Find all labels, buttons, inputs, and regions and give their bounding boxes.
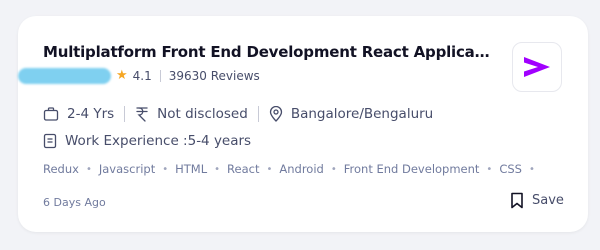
work-experience-text: Work Experience :5-4 years — [65, 133, 252, 149]
tag-separator: • — [266, 163, 273, 175]
salary-item: Not disclosed — [135, 106, 248, 122]
salary-value: Not disclosed — [157, 106, 248, 122]
job-title[interactable]: Multiplatform Front End Development Reac… — [43, 43, 493, 61]
tag-html: HTML — [175, 162, 208, 176]
reviews-link[interactable]: 39630 Reviews — [169, 69, 260, 83]
tag-android: Android — [279, 162, 324, 176]
tag-separator: • — [330, 163, 337, 175]
work-experience-row: Work Experience :5-4 years — [43, 133, 251, 149]
company-name-redacted — [18, 68, 111, 84]
bookmark-icon — [511, 192, 523, 209]
briefcase-icon — [43, 107, 59, 121]
tag-react: React — [227, 162, 260, 176]
location-item: Bangalore/Bengaluru — [269, 106, 433, 122]
rating-value: 4.1 — [132, 68, 152, 83]
location-pin-icon — [269, 106, 282, 122]
divider — [257, 106, 259, 122]
tag-separator: • — [214, 163, 221, 175]
skill-tags: Redux • Javascript • HTML • React • Andr… — [43, 162, 542, 176]
tag-separator: • — [528, 163, 535, 175]
document-icon — [43, 133, 57, 149]
tag-javascript: Javascript — [98, 162, 156, 176]
save-button[interactable]: Save — [510, 192, 564, 209]
posted-date: 6 Days Ago — [43, 196, 106, 209]
tag-front-end-development: Front End Development — [343, 162, 480, 176]
job-meta-row: 2-4 Yrs Not disclosed Bangalore/Bengalur… — [43, 106, 433, 122]
tag-css: CSS — [499, 162, 522, 176]
divider — [159, 69, 161, 82]
location-value: Bangalore/Bengaluru — [290, 106, 434, 122]
save-label: Save — [532, 193, 564, 208]
tag-separator: • — [85, 163, 92, 175]
star-icon: ★ — [116, 68, 128, 83]
job-card[interactable]: Multiplatform Front End Development Reac… — [18, 16, 588, 232]
company-logo[interactable] — [512, 42, 562, 92]
tag-redux: Redux — [43, 162, 79, 176]
divider — [124, 106, 126, 122]
experience-item: 2-4 Yrs — [43, 106, 114, 122]
rupee-icon — [136, 107, 148, 122]
tag-separator: • — [486, 163, 493, 175]
tag-separator: • — [162, 163, 169, 175]
experience-value: 2-4 Yrs — [67, 106, 115, 122]
rating-row: ★ 4.1 39630 Reviews — [116, 68, 260, 83]
